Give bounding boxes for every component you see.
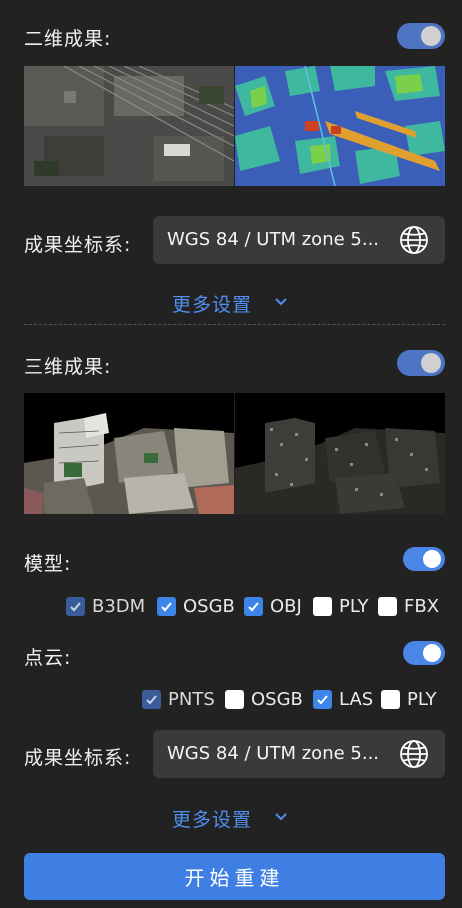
pointcloud-format-las[interactable]: LAS [313,689,373,710]
toggle-knob [421,353,441,373]
format-label: B3DM [92,596,146,617]
orthophoto-thumbnail [24,66,234,186]
pointcloud-format-pnts[interactable]: PNTS [142,689,215,710]
chevron-down-icon[interactable] [274,812,288,822]
globe-icon[interactable] [399,225,429,255]
section-3d-toggle[interactable] [397,350,445,376]
model-format-b3dm[interactable]: B3DM [66,596,145,617]
model-format-osgb[interactable]: OSGB [157,596,235,617]
format-label: PNTS [168,689,215,710]
pointcloud-toggle[interactable] [403,641,445,665]
checkbox-checked[interactable] [66,597,85,616]
model-format-ply[interactable]: PLY [313,596,369,617]
model-label: 模型: [24,553,72,575]
format-label: FBX [404,596,440,617]
pointcloud-format-ply[interactable]: PLY [381,689,437,710]
crs-value: WGS 84 / UTM zone 5... [167,229,380,250]
format-label: PLY [407,689,437,710]
section-2d-crs-label: 成果坐标系: [24,234,132,256]
format-label: LAS [339,689,374,710]
section-2d-more-settings-link[interactable]: 更多设置 [172,290,252,317]
checkbox-checked[interactable] [157,597,176,616]
section-3d-title: 三维成果: [24,356,112,378]
toggle-knob [423,550,441,568]
dsm-thumbnail [235,66,445,186]
section-2d-title: 二维成果: [24,28,112,50]
point-cloud-thumbnail [235,393,445,514]
toggle-knob [423,644,441,662]
pointcloud-format-osgb[interactable]: OSGB [225,689,303,710]
checkbox-unchecked[interactable] [381,690,400,709]
section-divider [24,324,445,325]
format-label: OSGB [183,596,235,617]
model-toggle[interactable] [403,547,445,571]
section-3d-crs-label: 成果坐标系: [24,747,132,769]
section-2d-toggle[interactable] [397,23,445,49]
checkbox-checked[interactable] [244,597,263,616]
section-3d-crs-select[interactable]: WGS 84 / UTM zone 5... [153,730,445,778]
checkbox-checked[interactable] [313,690,332,709]
start-rebuild-button[interactable]: 开始重建 [24,853,445,900]
checkbox-unchecked[interactable] [313,597,332,616]
checkbox-unchecked[interactable] [225,690,244,709]
model-format-obj[interactable]: OBJ [244,596,302,617]
format-label: OBJ [270,596,302,617]
checkbox-checked[interactable] [142,690,161,709]
globe-icon[interactable] [399,739,429,769]
section-2d-crs-select[interactable]: WGS 84 / UTM zone 5... [153,216,445,264]
chevron-down-icon[interactable] [274,297,288,307]
section-3d-more-settings-link[interactable]: 更多设置 [172,805,252,832]
crs-value: WGS 84 / UTM zone 5... [167,743,380,764]
toggle-knob [421,26,441,46]
checkbox-unchecked[interactable] [378,597,397,616]
format-label: PLY [339,596,369,617]
model-format-fbx[interactable]: FBX [378,596,439,617]
format-label: OSGB [251,689,303,710]
mesh-model-thumbnail [24,393,234,514]
pointcloud-label: 点云: [24,647,72,669]
